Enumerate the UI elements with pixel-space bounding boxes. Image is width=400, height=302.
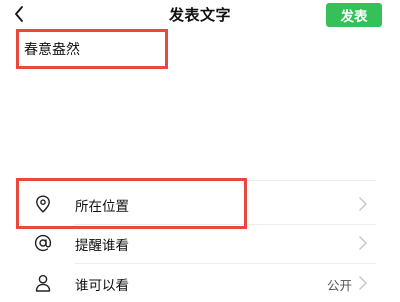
option-label: 提醒谁看 — [75, 238, 129, 254]
divider — [16, 180, 376, 181]
option-row-visibility[interactable]: 谁可以看 公开 — [0, 264, 400, 302]
location-pin-icon — [34, 195, 52, 213]
chevron-left-icon — [15, 6, 23, 22]
back-button[interactable] — [10, 3, 28, 25]
option-row-location[interactable]: 所在位置 — [0, 185, 400, 223]
person-icon — [34, 274, 52, 292]
compose-text-input[interactable]: 春意盎然 — [24, 39, 80, 59]
option-row-remind[interactable]: 提醒谁看 — [0, 224, 400, 262]
option-label: 谁可以看 — [75, 278, 129, 294]
at-icon — [34, 234, 52, 252]
visibility-value: 公开 — [326, 278, 352, 293]
chevron-right-icon — [359, 197, 367, 211]
chevron-right-icon — [359, 276, 367, 290]
chevron-right-icon — [359, 236, 367, 250]
publish-button[interactable]: 发表 — [326, 3, 382, 27]
top-bar: 发表文字 发表 — [0, 0, 400, 30]
option-label: 所在位置 — [75, 199, 129, 215]
